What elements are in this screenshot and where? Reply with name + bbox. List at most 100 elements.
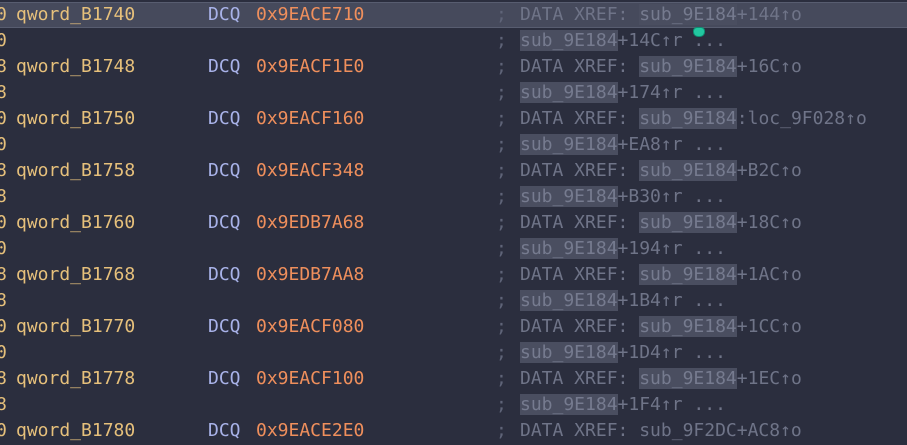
xref-offset[interactable]: +1D4↑r ... — [618, 342, 726, 363]
xref-lead: DATA XREF: — [520, 4, 640, 25]
data-label[interactable]: qword_B1758 — [16, 158, 135, 184]
xref-symbol-link[interactable]: sub_9E184 — [520, 238, 618, 259]
data-label[interactable]: qword_B1760 — [16, 210, 135, 236]
xref-offset[interactable]: +1AC↑o — [737, 264, 802, 285]
data-label[interactable]: qword_B1750 — [16, 106, 135, 132]
address-fragment: 8 — [0, 186, 7, 207]
listing-line-qword_b1780[interactable]: 0 qword_B1780 DCQ 0x9EACE2E0; DATA XREF: sub… — [0, 418, 907, 444]
xref-symbol-link[interactable]: sub_9E184 — [520, 394, 618, 415]
listing-line-continuation[interactable]: 0; sub_9E184+14C↑r ... — [0, 28, 907, 54]
xref-symbol-link[interactable]: sub_9E184 — [639, 264, 737, 285]
listing-line-qword_b1758[interactable]: 8 qword_B1758 DCQ 0x9EACF348; DATA XREF: sub… — [0, 158, 907, 184]
listing-line-qword_b1768[interactable]: 8 qword_B1768 DCQ 0x9EDB7AA8; DATA XREF: sub… — [0, 262, 907, 288]
comment-semicolon: ; — [496, 238, 507, 259]
xref-symbol-link[interactable]: sub_9E184 — [520, 290, 618, 311]
xref-offset[interactable]: +1F4↑r ... — [618, 394, 726, 415]
data-label[interactable]: qword_B1768 — [16, 262, 135, 288]
xref-symbol-link[interactable]: sub_9E184 — [639, 108, 737, 129]
xref-offset[interactable]: :loc_9F028↑o — [737, 108, 867, 129]
xref-symbol-link[interactable]: sub_9E184 — [639, 4, 737, 25]
mnemonic: DCQ — [208, 316, 241, 337]
listing-line-qword_b1778[interactable]: 8 qword_B1778 DCQ 0x9EACF100; DATA XREF: sub… — [0, 366, 907, 392]
xref-offset[interactable]: sub_9F2DC+AC8↑o — [639, 420, 802, 441]
listing-line-continuation[interactable]: 8; sub_9E184+1B4↑r ... — [0, 288, 907, 314]
xref-lead: DATA XREF: — [520, 56, 640, 77]
listing-line-continuation[interactable]: 8; sub_9E184+B30↑r ... — [0, 184, 907, 210]
data-label[interactable]: qword_B1770 — [16, 314, 135, 340]
xref-offset[interactable]: +16C↑o — [737, 56, 802, 77]
listing-line-continuation[interactable]: 8; sub_9E184+1F4↑r ... — [0, 392, 907, 418]
xref-offset[interactable]: +18C↑o — [737, 212, 802, 233]
listing-line-continuation[interactable]: 0; sub_9E184+EA8↑r ... — [0, 132, 907, 158]
address-fragment: 0 — [0, 4, 7, 25]
xref-comment: DATA XREF: sub_9E184+B2C↑o — [520, 158, 802, 184]
xref-offset[interactable]: +B30↑r ... — [618, 186, 726, 207]
xref-lead: DATA XREF: — [520, 420, 640, 441]
xref-symbol-link[interactable]: sub_9E184 — [520, 186, 618, 207]
comment-semicolon: ; — [496, 30, 507, 51]
listing-line-continuation[interactable]: 0; sub_9E184+194↑r ... — [0, 236, 907, 262]
listing-line-continuation[interactable]: 0; sub_9E184+1D4↑r ... — [0, 340, 907, 366]
xref-comment: DATA XREF: sub_9E184+16C↑o — [520, 54, 802, 80]
data-value[interactable]: 0x9EDB7A68 — [256, 210, 364, 236]
data-value[interactable]: 0x9EACF1E0 — [256, 54, 364, 80]
xref-offset[interactable]: +1B4↑r ... — [618, 290, 726, 311]
xref-offset[interactable]: +B2C↑o — [737, 160, 802, 181]
xref-offset[interactable]: +194↑r ... — [618, 238, 726, 259]
mnemonic: DCQ — [208, 368, 241, 389]
xref-symbol-link[interactable]: sub_9E184 — [639, 368, 737, 389]
listing-line-qword_b1748[interactable]: 8 qword_B1748 DCQ 0x9EACF1E0; DATA XREF: sub… — [0, 54, 907, 80]
data-value[interactable]: 0x9EACF348 — [256, 158, 364, 184]
xref-comment: sub_9E184+1D4↑r ... — [520, 340, 726, 366]
listing-line-qword_b1740[interactable]: 0 qword_B1740 DCQ 0x9EACE710; DATA XREF: sub… — [0, 2, 907, 28]
data-label[interactable]: qword_B1740 — [16, 2, 135, 28]
address-fragment: 0 — [0, 238, 7, 259]
xref-comment: sub_9E184+1F4↑r ... — [520, 392, 726, 418]
data-label[interactable]: qword_B1780 — [16, 418, 135, 444]
mnemonic: DCQ — [208, 56, 241, 77]
mnemonic: DCQ — [208, 108, 241, 129]
xref-offset[interactable]: +1CC↑o — [737, 316, 802, 337]
xref-symbol-link[interactable]: sub_9E184 — [520, 342, 618, 363]
xref-symbol-link[interactable]: sub_9E184 — [520, 134, 618, 155]
xref-offset[interactable]: +14C↑r ... — [618, 30, 726, 51]
data-value[interactable]: 0x9EDB7AA8 — [256, 262, 364, 288]
comment-semicolon: ; — [496, 134, 507, 155]
address-fragment: 0 — [0, 212, 7, 233]
xref-lead: DATA XREF: — [520, 160, 640, 181]
xref-symbol-link[interactable]: sub_9E184 — [639, 56, 737, 77]
xref-offset[interactable]: +EA8↑r ... — [618, 134, 726, 155]
xref-comment: DATA XREF: sub_9E184+18C↑o — [520, 210, 802, 236]
xref-symbol-link[interactable]: sub_9E184 — [639, 316, 737, 337]
xref-comment: sub_9E184+1B4↑r ... — [520, 288, 726, 314]
xref-symbol-link[interactable]: sub_9E184 — [520, 82, 618, 103]
xref-offset[interactable]: +174↑r ... — [618, 82, 726, 103]
comment-semicolon: ; — [496, 290, 507, 311]
data-label[interactable]: qword_B1748 — [16, 54, 135, 80]
data-value[interactable]: 0x9EACE710 — [256, 2, 364, 28]
data-value[interactable]: 0x9EACF080 — [256, 314, 364, 340]
xref-comment: DATA XREF: sub_9E184+144↑o — [520, 2, 802, 28]
listing-line-qword_b1750[interactable]: 0 qword_B1750 DCQ 0x9EACF160; DATA XREF: sub… — [0, 106, 907, 132]
xref-symbol-link[interactable]: sub_9E184 — [520, 30, 618, 51]
xref-symbol-link[interactable]: sub_9E184 — [639, 212, 737, 233]
xref-offset[interactable]: +1EC↑o — [737, 368, 802, 389]
listing-line-qword_b1760[interactable]: 0 qword_B1760 DCQ 0x9EDB7A68; DATA XREF: sub… — [0, 210, 907, 236]
mnemonic: DCQ — [208, 160, 241, 181]
mnemonic: DCQ — [208, 420, 241, 441]
xref-comment: sub_9E184+EA8↑r ... — [520, 132, 726, 158]
xref-lead: DATA XREF: — [520, 108, 640, 129]
xref-comment: DATA XREF: sub_9E184+1AC↑o — [520, 262, 802, 288]
data-label[interactable]: qword_B1778 — [16, 366, 135, 392]
data-value[interactable]: 0x9EACF160 — [256, 106, 364, 132]
disassembly-view[interactable]: 0 qword_B1740 DCQ 0x9EACE710; DATA XREF: sub… — [0, 0, 907, 445]
listing-line-qword_b1770[interactable]: 0 qword_B1770 DCQ 0x9EACF080; DATA XREF: sub… — [0, 314, 907, 340]
xref-comment: DATA XREF: sub_9E184+1EC↑o — [520, 366, 802, 392]
data-value[interactable]: 0x9EACE2E0 — [256, 418, 364, 444]
xref-offset[interactable]: +144↑o — [737, 4, 802, 25]
xref-lead: DATA XREF: — [520, 212, 640, 233]
xref-symbol-link[interactable]: sub_9E184 — [639, 160, 737, 181]
xref-lead: DATA XREF: — [520, 316, 640, 337]
data-value[interactable]: 0x9EACF100 — [256, 366, 364, 392]
listing-line-continuation[interactable]: 8; sub_9E184+174↑r ... — [0, 80, 907, 106]
